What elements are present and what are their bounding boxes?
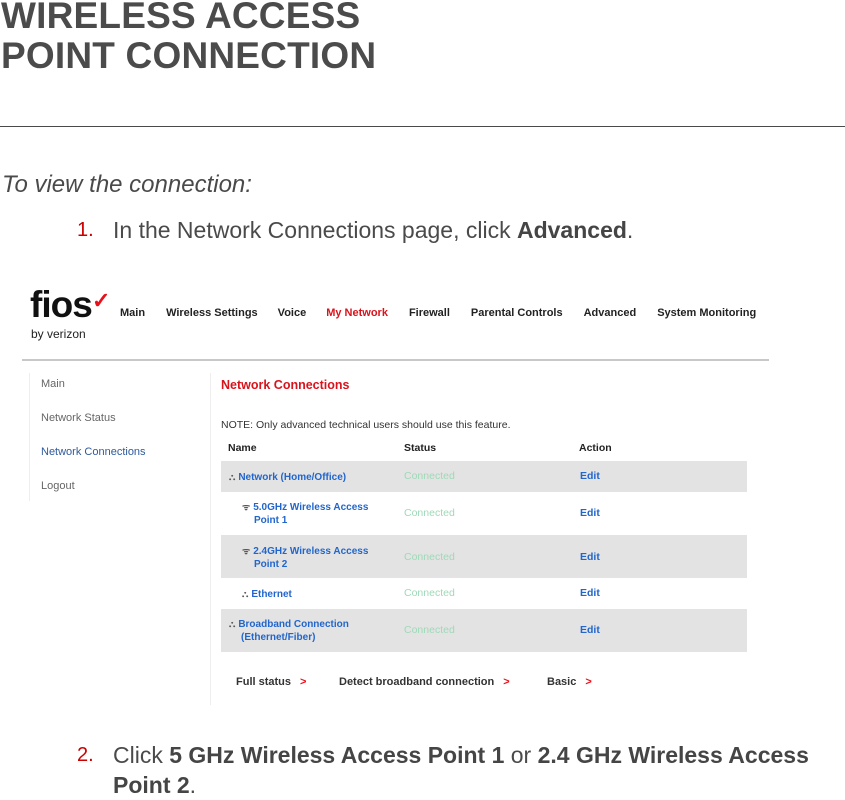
network-icon: ⛬ <box>229 619 236 629</box>
step-text-plain: . <box>189 772 197 798</box>
title-divider <box>0 126 845 127</box>
network-icon: ⛬ <box>242 589 249 599</box>
note-text: NOTE: Only advanced technical users shou… <box>221 419 511 431</box>
detect-broadband-link[interactable]: Detect broadband connection > <box>339 676 510 688</box>
chevron-right-icon: > <box>503 676 510 688</box>
status-text: Connected <box>404 587 455 599</box>
column-header-name: Name <box>228 442 257 454</box>
link-label: Full status <box>236 676 292 688</box>
connection-name: 2.4GHz Wireless Access <box>253 546 369 557</box>
sidebar-item-main[interactable]: Main <box>41 378 65 390</box>
sidebar-item-network-status[interactable]: Network Status <box>41 412 116 424</box>
connection-name-line2: (Ethernet/Fiber) <box>241 632 316 643</box>
document-title-line1: WIRELESS ACCESS <box>1 0 361 36</box>
nav-parental-controls[interactable]: Parental Controls <box>471 307 563 319</box>
status-text: Connected <box>404 624 455 636</box>
step-number: 1. <box>77 219 94 241</box>
step-text-bold: Advanced <box>516 217 627 243</box>
sidebar-item-logout[interactable]: Logout <box>41 480 75 492</box>
table-row: ⛬ Ethernet Connected Edit <box>221 578 747 609</box>
connection-name: Network (Home/Office) <box>238 472 347 483</box>
edit-link[interactable]: Edit <box>580 507 600 519</box>
wifi-icon: ᯤ <box>242 546 251 556</box>
connection-name-line2: Point 2 <box>254 559 288 570</box>
connection-name: 5.0GHz Wireless Access <box>253 502 369 513</box>
nav-main[interactable]: Main <box>120 307 145 319</box>
chevron-right-icon: > <box>585 676 592 688</box>
nav-my-network[interactable]: My Network <box>326 307 388 319</box>
table-row: ᯤ 2.4GHz Wireless Access Point 2 Connected… <box>221 535 747 578</box>
connection-name: Ethernet <box>251 589 292 600</box>
nav-firewall[interactable]: Firewall <box>409 307 450 319</box>
status-text: Connected <box>404 470 455 482</box>
full-status-link[interactable]: Full status > <box>236 676 306 688</box>
link-label: Basic <box>547 676 577 688</box>
step-text-plain: Click <box>113 742 170 768</box>
step-text: In the Network Connections page, click A… <box>113 215 633 245</box>
top-navigation: Main Wireless Settings Voice My Network … <box>120 307 756 319</box>
edit-link[interactable]: Edit <box>580 587 600 599</box>
connection-name-link[interactable]: ⛬ Network (Home/Office) <box>229 471 346 484</box>
step-text-plain: In the Network Connections page, click <box>113 217 517 243</box>
fios-logo: fios ✓ by verizon <box>30 284 120 345</box>
step-text: Click 5 GHz Wireless Access Point 1 or 2… <box>113 740 813 800</box>
connection-name-link[interactable]: ⛬ Broadband Connection (Ethernet/Fiber) <box>229 618 349 644</box>
nav-advanced[interactable]: Advanced <box>584 307 637 319</box>
column-header-status: Status <box>404 442 437 454</box>
router-screenshot: fios ✓ by verizon Main Wireless Settings… <box>20 284 780 710</box>
table-row: ᯤ 5.0GHz Wireless Access Point 1 Connected… <box>221 492 747 535</box>
intro-text: To view the connection: <box>2 171 252 198</box>
logo-brand: fios <box>30 284 93 325</box>
sidebar-item-network-connections[interactable]: Network Connections <box>41 446 146 458</box>
step-text-plain: . <box>626 217 634 243</box>
page-title: Network Connections <box>221 378 350 392</box>
network-icon: ⛬ <box>229 472 236 482</box>
checkmark-icon: ✓ <box>92 288 111 313</box>
edit-link[interactable]: Edit <box>580 624 600 636</box>
column-header-action: Action <box>579 442 612 454</box>
nav-wireless-settings[interactable]: Wireless Settings <box>166 307 258 319</box>
table-row: ⛬ Broadband Connection (Ethernet/Fiber) Co… <box>221 609 747 652</box>
basic-link[interactable]: Basic > <box>547 676 592 688</box>
connection-name: Broadband Connection <box>238 619 349 630</box>
edit-link[interactable]: Edit <box>580 470 600 482</box>
nav-divider <box>22 359 769 361</box>
connection-name-link[interactable]: ᯤ 5.0GHz Wireless Access Point 1 <box>242 501 368 527</box>
link-label: Detect broadband connection <box>339 676 495 688</box>
nav-system-monitoring[interactable]: System Monitoring <box>657 307 756 319</box>
chevron-right-icon: > <box>300 676 307 688</box>
status-text: Connected <box>404 551 455 563</box>
step-text-plain: or <box>504 742 538 768</box>
connection-name-link[interactable]: ⛬ Ethernet <box>242 588 292 601</box>
step-number: 2. <box>77 744 94 766</box>
nav-voice[interactable]: Voice <box>278 307 307 319</box>
table-row: ⛬ Network (Home/Office) Connected Edit <box>221 461 747 492</box>
document-title: WIRELESS ACCESS POINT CONNECTION <box>1 0 376 76</box>
wifi-icon: ᯤ <box>242 502 251 512</box>
logo-tagline: by verizon <box>31 327 86 341</box>
sidebar-border <box>29 373 30 501</box>
connection-name-line2: Point 1 <box>254 515 288 526</box>
status-text: Connected <box>404 507 455 519</box>
step-text-bold: 5 GHz Wireless Access Point 1 <box>169 742 505 768</box>
content-divider <box>210 373 211 705</box>
edit-link[interactable]: Edit <box>580 551 600 563</box>
connection-name-link[interactable]: ᯤ 2.4GHz Wireless Access Point 2 <box>242 545 368 571</box>
document-title-line2: POINT CONNECTION <box>1 35 377 76</box>
